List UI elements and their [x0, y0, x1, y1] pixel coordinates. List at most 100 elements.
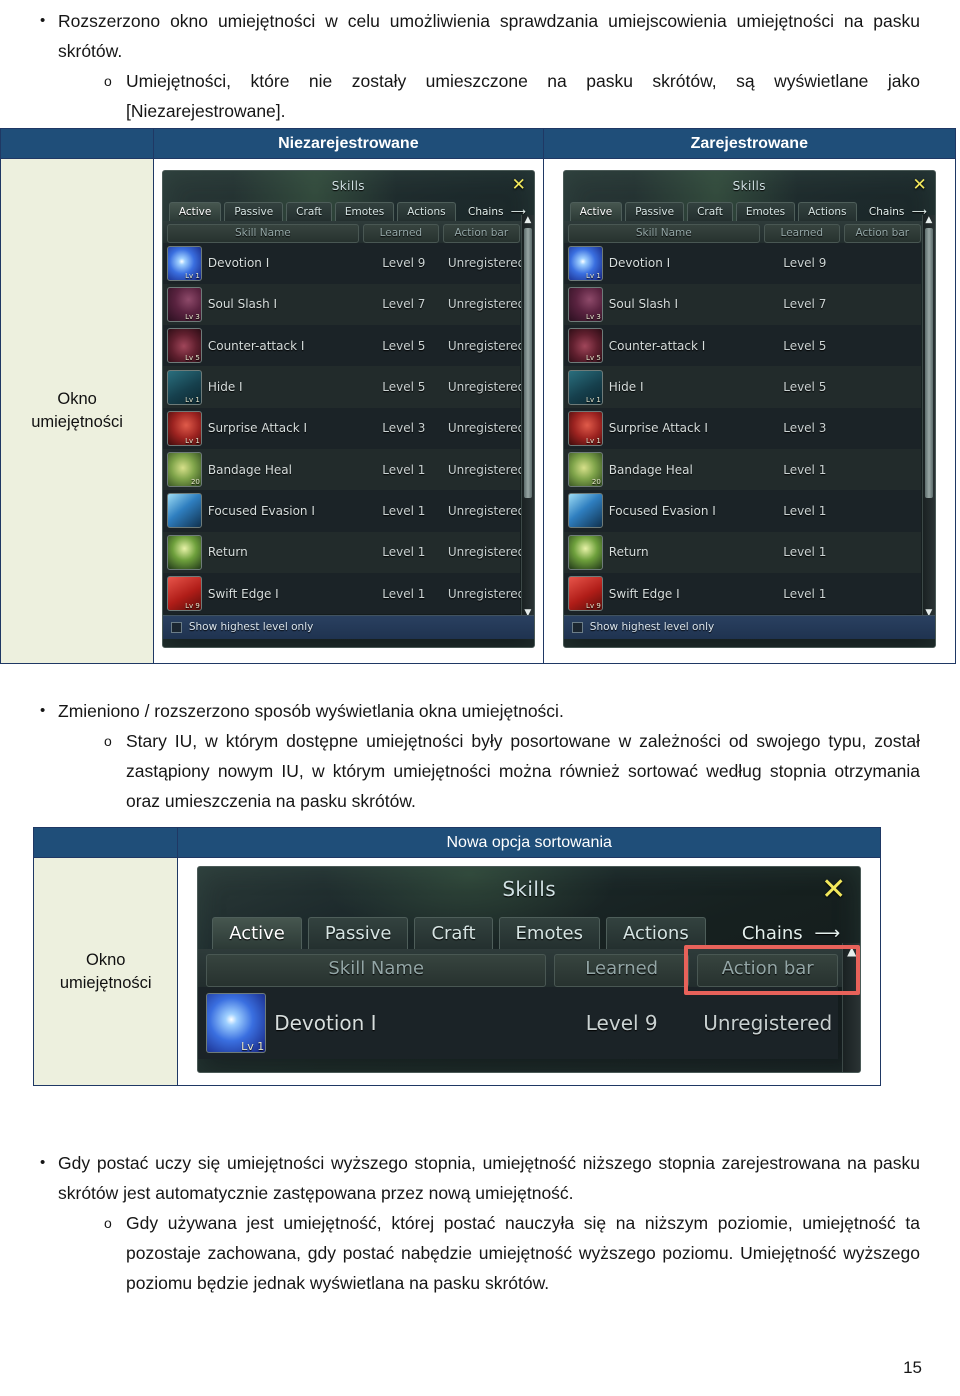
skill-icon[interactable]: Lv 1: [166, 245, 202, 281]
skill-icon[interactable]: [567, 493, 603, 529]
tab-actions[interactable]: Actions: [397, 201, 456, 221]
table-row[interactable]: 20 Bandage Heal Level 1 Unregistered: [162, 448, 525, 491]
skills-scrollbar-large[interactable]: ▲: [842, 942, 861, 1072]
close-icon[interactable]: ✕: [821, 874, 846, 905]
table-row[interactable]: Focused Evasion I Level 1: [563, 490, 921, 532]
skill-learned: Level 5: [382, 380, 426, 395]
skill-icon[interactable]: Lv 3: [567, 286, 603, 322]
skills-window-registered[interactable]: Skills ✕ Active Passive Craft Emotes Act…: [562, 169, 936, 648]
table-row[interactable]: Lv 1 Devotion I Level 9 Unregistered: [162, 242, 525, 284]
column-header-learned[interactable]: Learned: [362, 223, 439, 243]
close-icon[interactable]: ✕: [512, 176, 526, 194]
table-row[interactable]: Focused Evasion I Level 1 Unregistered: [162, 490, 525, 532]
skill-name: Counter-attack I: [608, 338, 706, 353]
tab-craft[interactable]: Craft: [286, 201, 332, 221]
skill-icon[interactable]: 20: [166, 452, 202, 488]
table2-header-row: Nowa opcja sortowania: [32, 827, 881, 858]
tab-emotes[interactable]: Emotes: [498, 916, 600, 949]
skill-icon[interactable]: Lv 9: [567, 576, 603, 612]
skill-icon[interactable]: [166, 534, 202, 570]
skills-scrollbar[interactable]: ▲ ▼: [520, 214, 534, 619]
tab-emotes[interactable]: Emotes: [735, 201, 796, 221]
column-header-action-bar[interactable]: Action bar: [843, 223, 921, 243]
table2-content-row: Okno umiejętności Skills ✕ Active Passiv…: [32, 857, 881, 1086]
column-header-learned[interactable]: Learned: [763, 223, 840, 243]
skills-window-title-large: Skills: [502, 876, 557, 901]
table-row[interactable]: Lv 1 Surprise Attack I Level 3 Unregistered: [162, 407, 525, 449]
tab-passive[interactable]: Passive: [224, 201, 284, 221]
skill-learned: Level 9: [585, 1010, 658, 1035]
show-highest-level-checkbox[interactable]: [170, 621, 182, 633]
table-row[interactable]: Lv 1 Devotion I Level 9 Unregistered: [198, 986, 839, 1059]
skill-icon[interactable]: Lv 1: [567, 410, 603, 446]
tab-chains[interactable]: Chains ⟶: [726, 918, 846, 949]
skill-icon[interactable]: 20: [567, 452, 603, 488]
table-row[interactable]: Lv 1 Hide I Level 5: [563, 366, 921, 408]
skill-icon[interactable]: [567, 534, 603, 570]
table-row[interactable]: Lv 9 Swift Edge I Level 1: [563, 572, 921, 615]
tab-passive[interactable]: Passive: [307, 916, 409, 949]
column-header-skill-name[interactable]: Skill Name: [567, 223, 760, 243]
tab-craft[interactable]: Craft: [687, 201, 733, 221]
tab-actions[interactable]: Actions: [798, 201, 857, 221]
skill-icon[interactable]: Lv 5: [166, 328, 202, 364]
table-row[interactable]: Lv 9 Swift Edge I Level 1 Unregistered: [162, 572, 525, 615]
table1-cell-registered-screenshot: Skills ✕ Active Passive Craft Emotes Act…: [542, 158, 957, 664]
table-row[interactable]: Lv 3 Soul Slash I Level 7 Unregistered: [162, 283, 525, 326]
tab-active[interactable]: Active: [168, 201, 222, 221]
skill-icon[interactable]: Lv 1: [166, 410, 202, 446]
triangle-up-icon[interactable]: ▲: [923, 215, 935, 225]
table2-header-blank: [32, 827, 179, 858]
tab-active[interactable]: Active: [212, 916, 302, 949]
table-row[interactable]: Return Level 1 Unregistered: [162, 531, 525, 573]
table-row[interactable]: Lv 5 Counter-attack I Level 5 Unregistered: [162, 325, 525, 367]
tab-chains[interactable]: Chains ⟶: [860, 203, 929, 221]
skills-scrollbar[interactable]: ▲ ▼: [921, 214, 935, 619]
table-row[interactable]: Lv 1 Devotion I Level 9: [563, 242, 921, 284]
skill-icon[interactable]: Lv 5: [567, 328, 603, 364]
skill-name: Focused Evasion I: [207, 503, 315, 518]
skill-icon[interactable]: Lv 3: [166, 286, 202, 322]
skill-icon[interactable]: Lv 1: [567, 245, 603, 281]
table-row[interactable]: Lv 5 Counter-attack I Level 5: [563, 325, 921, 367]
column-header-action-bar[interactable]: Action bar: [697, 953, 839, 987]
tab-chains[interactable]: Chains ⟶: [459, 203, 528, 221]
skills-window-title-registered: Skills: [732, 178, 766, 193]
scrollbar-thumb[interactable]: [924, 227, 933, 498]
skill-learned: Level 1: [783, 462, 827, 477]
paragraph-1-sub: Umiejętności, które nie zostały umieszcz…: [0, 66, 920, 126]
skills-window-unregistered[interactable]: Skills ✕ Active Passive Craft Emotes Act…: [161, 169, 535, 648]
table-row[interactable]: 20 Bandage Heal Level 1: [563, 448, 921, 491]
table-row[interactable]: Lv 1 Hide I Level 5 Unregistered: [162, 366, 525, 408]
tab-passive[interactable]: Passive: [625, 201, 685, 221]
column-header-learned[interactable]: Learned: [554, 953, 690, 987]
tab-craft[interactable]: Craft: [414, 916, 493, 949]
skill-icon[interactable]: Lv 1: [206, 992, 267, 1053]
skills-window-new-sorting[interactable]: Skills ✕ Active Passive Craft Emotes Act…: [197, 865, 862, 1073]
show-highest-level-checkbox[interactable]: [571, 621, 583, 633]
skill-icon[interactable]: Lv 1: [166, 369, 202, 405]
skill-level-badge: Lv 1: [185, 395, 200, 404]
column-header-skill-name[interactable]: Skill Name: [206, 953, 547, 987]
table-row[interactable]: Lv 1 Surprise Attack I Level 3: [563, 407, 921, 449]
skill-icon[interactable]: Lv 1: [567, 369, 603, 405]
table-row[interactable]: Return Level 1: [563, 531, 921, 573]
skill-icon[interactable]: Lv 9: [166, 576, 202, 612]
triangle-up-icon[interactable]: ▲: [522, 215, 534, 225]
skill-icon[interactable]: [166, 493, 202, 529]
tab-actions[interactable]: Actions: [605, 916, 706, 949]
tab-active[interactable]: Active: [569, 201, 623, 221]
skill-name: Focused Evasion I: [608, 503, 716, 518]
skill-name: Hide I: [608, 380, 644, 395]
skill-level-badge: 20: [591, 478, 601, 487]
tab-emotes[interactable]: Emotes: [334, 201, 395, 221]
scrollbar-thumb[interactable]: [523, 227, 532, 498]
column-header-skill-name[interactable]: Skill Name: [166, 223, 359, 243]
skill-learned: Level 7: [783, 297, 827, 312]
table-row[interactable]: Lv 3 Soul Slash I Level 7: [563, 283, 921, 326]
skill-name: Swift Edge I: [608, 586, 680, 601]
triangle-up-icon[interactable]: ▲: [843, 945, 860, 957]
column-header-action-bar[interactable]: Action bar: [442, 223, 520, 243]
close-icon[interactable]: ✕: [913, 176, 927, 194]
skill-name: Surprise Attack I: [207, 421, 308, 436]
